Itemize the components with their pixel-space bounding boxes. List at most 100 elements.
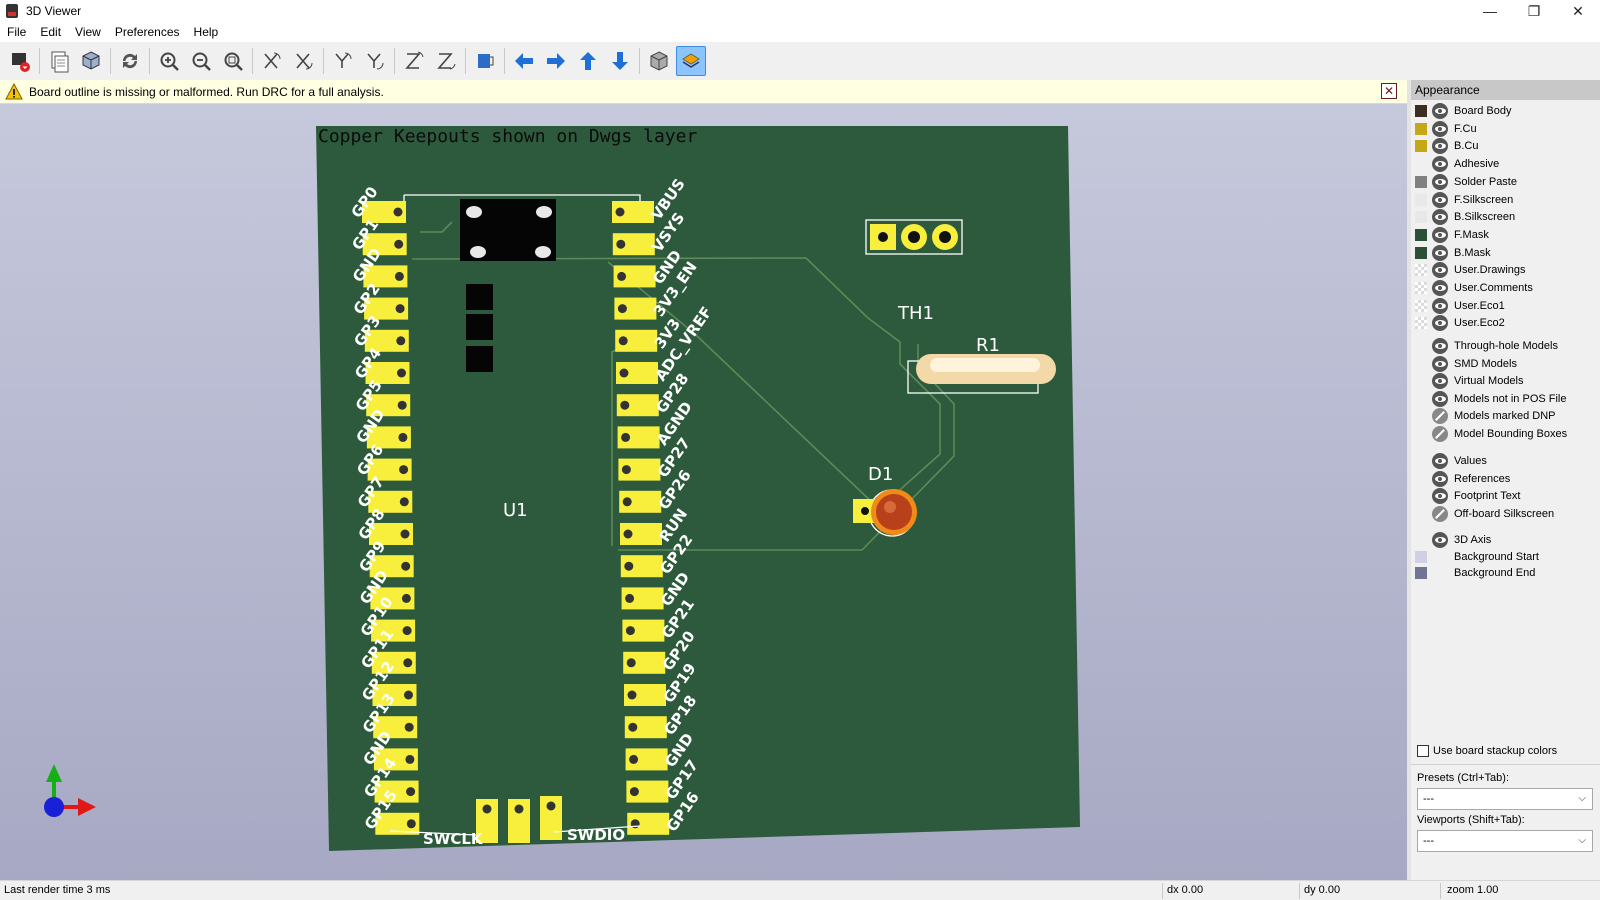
eye-icon[interactable] — [1432, 488, 1448, 505]
checkbox-box[interactable] — [1417, 745, 1429, 757]
text-row-values[interactable]: Values — [1415, 452, 1487, 470]
eye-icon[interactable] — [1432, 280, 1448, 296]
eye-icon[interactable] — [1432, 244, 1448, 261]
pan-right-button[interactable] — [541, 46, 571, 76]
layer-row-f-silkscreen[interactable]: F.Silkscreen — [1415, 191, 1513, 209]
eye-off-icon[interactable] — [1432, 408, 1448, 425]
layer-color-swatch[interactable] — [1415, 193, 1427, 206]
layer-color-swatch[interactable] — [1415, 105, 1427, 117]
rotate-z-cw-button[interactable] — [399, 46, 429, 76]
eye-icon[interactable] — [1432, 156, 1448, 173]
menu-preferences[interactable]: Preferences — [108, 25, 187, 39]
copy-image-button[interactable] — [44, 46, 74, 76]
layers-manager-button[interactable] — [676, 46, 706, 76]
layer-row-user-eco2[interactable]: User.Eco2 — [1415, 314, 1505, 332]
eye-icon[interactable] — [1432, 191, 1448, 208]
pan-down-icon — [612, 52, 628, 70]
render-export-button[interactable] — [5, 46, 35, 76]
eye-icon[interactable] — [1432, 173, 1448, 190]
flip-board-button[interactable] — [470, 46, 500, 76]
maximize-button[interactable]: ❐ — [1512, 0, 1556, 22]
layer-row-user-comments[interactable]: User.Comments — [1415, 279, 1533, 297]
eye-icon[interactable] — [1432, 209, 1448, 226]
eye-icon[interactable] — [1432, 453, 1448, 469]
eye-icon[interactable] — [1432, 138, 1448, 155]
raytrace-cube-button[interactable] — [76, 46, 106, 76]
eye-off-icon[interactable] — [1432, 426, 1448, 442]
layer-row-board-body[interactable]: Board Body — [1415, 102, 1511, 120]
pan-left-button[interactable] — [509, 46, 539, 76]
layer-row-b-silkscreen[interactable]: B.Silkscreen — [1415, 208, 1515, 226]
layer-color-swatch[interactable] — [1415, 264, 1427, 277]
menu-view[interactable]: View — [68, 25, 108, 39]
model-row-smd-models[interactable]: SMD Models — [1415, 355, 1517, 373]
layer-color-swatch[interactable] — [1415, 246, 1427, 259]
model-row-models-not-in-pos-file[interactable]: Models not in POS File — [1415, 390, 1567, 408]
layer-row-f-mask[interactable]: F.Mask — [1415, 226, 1489, 244]
text-row-footprint-text[interactable]: Footprint Text — [1415, 487, 1520, 505]
minimize-button[interactable]: — — [1468, 0, 1512, 22]
eye-off-icon[interactable] — [1432, 505, 1448, 522]
model-row-through-hole-models[interactable]: Through-hole Models — [1415, 337, 1558, 355]
viewports-select[interactable]: --- ⌵ — [1417, 830, 1593, 852]
menu-file[interactable]: File — [0, 25, 33, 39]
layer-color-swatch[interactable] — [1415, 211, 1427, 224]
rotate-y-ccw-button[interactable] — [360, 46, 390, 76]
eye-icon[interactable] — [1432, 315, 1448, 332]
misc-row-background-start[interactable]: Background Start — [1415, 548, 1539, 566]
rotate-x-ccw-button[interactable] — [289, 46, 319, 76]
layer-row-b-mask[interactable]: B.Mask — [1415, 244, 1491, 262]
pan-down-button[interactable] — [605, 46, 635, 76]
layer-row-b-cu[interactable]: B.Cu — [1415, 137, 1478, 155]
layer-color-swatch[interactable] — [1415, 140, 1427, 153]
layer-color-swatch[interactable] — [1415, 299, 1427, 312]
dismiss-infobar-button[interactable]: ✕ — [1381, 83, 1397, 99]
pad-hole — [402, 626, 412, 636]
eye-icon[interactable] — [1432, 297, 1448, 314]
misc-row-background-end[interactable]: Background End — [1415, 564, 1535, 582]
close-window-button[interactable]: ✕ — [1556, 0, 1600, 22]
rotate-z-ccw-button[interactable] — [431, 46, 461, 76]
zoom-fit-button[interactable] — [218, 46, 248, 76]
eye-icon[interactable] — [1432, 532, 1448, 548]
layer-color-swatch[interactable] — [1415, 567, 1427, 579]
layer-row-user-eco1[interactable]: User.Eco1 — [1415, 297, 1505, 315]
layer-color-swatch[interactable] — [1415, 317, 1427, 330]
layer-color-swatch[interactable] — [1415, 550, 1427, 563]
layer-color-swatch[interactable] — [1415, 175, 1427, 188]
text-row-off-board-silkscreen[interactable]: Off-board Silkscreen — [1415, 505, 1554, 523]
pan-up-button[interactable] — [573, 46, 603, 76]
eye-icon[interactable] — [1432, 390, 1448, 407]
misc-row-3d-axis[interactable]: 3D Axis — [1415, 531, 1491, 549]
layer-color-swatch[interactable] — [1415, 122, 1427, 135]
reload-button[interactable] — [115, 46, 145, 76]
eye-icon[interactable] — [1432, 103, 1448, 119]
layer-color-swatch[interactable] — [1415, 228, 1427, 241]
menu-help[interactable]: Help — [187, 25, 226, 39]
layer-row-solder-paste[interactable]: Solder Paste — [1415, 173, 1517, 191]
3d-viewport[interactable]: Copper Keepouts shown on Dwgs layer GP0 GP… — [0, 104, 1407, 880]
presets-select[interactable]: --- ⌵ — [1417, 788, 1593, 810]
eye-icon[interactable] — [1432, 338, 1448, 354]
model-row-virtual-models[interactable]: Virtual Models — [1415, 372, 1524, 390]
rotate-x-cw-button[interactable] — [257, 46, 287, 76]
model-row-models-marked-dnp[interactable]: Models marked DNP — [1415, 407, 1555, 425]
eye-icon[interactable] — [1432, 470, 1448, 487]
layer-color-swatch[interactable] — [1415, 282, 1427, 294]
eye-icon[interactable] — [1432, 226, 1448, 243]
zoom-in-button[interactable] — [154, 46, 184, 76]
eye-icon[interactable] — [1432, 120, 1448, 137]
use-stackup-colors-checkbox[interactable]: Use board stackup colors — [1417, 745, 1557, 757]
rotate-y-cw-button[interactable] — [328, 46, 358, 76]
zoom-out-button[interactable] — [186, 46, 216, 76]
eye-icon[interactable] — [1432, 262, 1448, 279]
eye-icon[interactable] — [1432, 355, 1448, 372]
model-row-model-bounding-boxes[interactable]: Model Bounding Boxes — [1415, 425, 1567, 443]
layer-row-f-cu[interactable]: F.Cu — [1415, 120, 1477, 138]
eye-icon[interactable] — [1432, 373, 1448, 390]
layer-row-adhesive[interactable]: Adhesive — [1415, 155, 1499, 173]
orthographic-button[interactable] — [644, 46, 674, 76]
layer-row-user-drawings[interactable]: User.Drawings — [1415, 261, 1526, 279]
text-row-references[interactable]: References — [1415, 470, 1510, 488]
menu-edit[interactable]: Edit — [33, 25, 68, 39]
